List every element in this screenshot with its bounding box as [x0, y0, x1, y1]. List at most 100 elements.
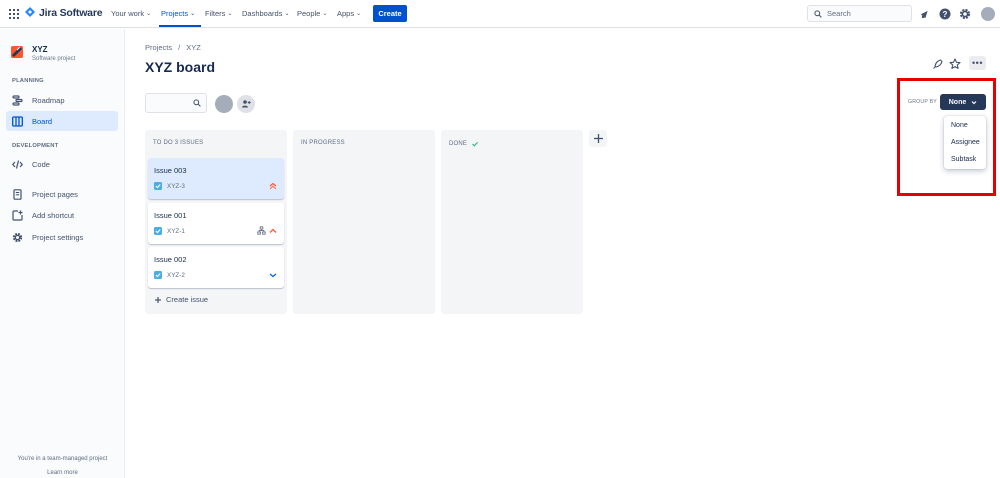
project-type: Software project	[32, 56, 76, 62]
user-avatar[interactable]	[981, 7, 995, 21]
column-title: IN PROGRESS	[301, 140, 345, 146]
chevron-down-icon: ⌄	[146, 11, 152, 17]
story-type-icon	[154, 227, 162, 235]
sidebar-item-add-shortcut[interactable]: Add shortcut	[6, 205, 118, 225]
nav-your-work[interactable]: Your work ⌄	[111, 9, 151, 18]
project-sidebar: XYZ Software project PLANNING Roadmap Bo…	[0, 29, 125, 478]
nav-projects-label: Projects	[161, 9, 189, 18]
chevron-down-icon: ⌄	[356, 11, 362, 17]
checkmark-icon	[155, 229, 161, 234]
issue-key: XYZ-2	[167, 272, 185, 279]
sidebar-item-roadmap[interactable]: Roadmap	[6, 90, 118, 110]
team-managed-notice: You're in a team-managed project	[17, 456, 108, 462]
create-issue-label: Create issue	[166, 295, 209, 304]
app-switcher-icon[interactable]	[9, 9, 19, 19]
breadcrumb: Projects / XYZ	[145, 43, 201, 52]
subtask-hierarchy-icon	[257, 226, 266, 235]
sidebar-item-label: Project pages	[32, 189, 78, 199]
star-icon[interactable]	[948, 57, 962, 71]
story-type-icon	[154, 271, 162, 279]
jira-logo[interactable]: Jira Software	[25, 7, 103, 19]
story-type-icon	[154, 182, 162, 190]
notifications-icon[interactable]	[919, 8, 931, 20]
page-title: XYZ board	[145, 59, 216, 75]
column-header: TO DO 3 ISSUES	[153, 140, 203, 146]
project-name: XYZ	[32, 45, 48, 54]
planning-section-label: PLANNING	[12, 78, 44, 84]
chevron-down-icon: ⌄	[322, 11, 328, 17]
code-icon	[12, 159, 23, 169]
breadcrumb-project[interactable]: XYZ	[186, 43, 201, 52]
global-search[interactable]	[807, 5, 912, 22]
nav-people-label: People	[297, 9, 321, 18]
issue-card[interactable]: Issue 002 XYZ-2	[148, 247, 284, 288]
issue-title: Issue 002	[154, 255, 187, 264]
sidebar-item-label: Add shortcut	[32, 210, 75, 220]
chevron-down-icon: ⌄	[284, 11, 290, 17]
rocket-icon-svg	[932, 58, 943, 69]
add-column-button[interactable]	[589, 130, 607, 147]
svg-text:?: ?	[943, 10, 948, 19]
development-section-label: DEVELOPMENT	[12, 143, 59, 149]
board-column-in-progress: IN PROGRESS	[293, 130, 435, 314]
breadcrumb-separator: /	[178, 43, 181, 52]
nav-your-work-label: Your work	[111, 9, 145, 18]
search-input[interactable]	[827, 9, 907, 18]
nav-apps[interactable]: Apps ⌄	[337, 9, 361, 18]
board-icon	[12, 115, 23, 127]
issue-card[interactable]: Issue 001 XYZ-1	[148, 203, 284, 244]
nav-apps-label: Apps	[337, 9, 355, 18]
issue-card[interactable]: Issue 003 XYZ-3	[148, 158, 284, 199]
nav-people[interactable]: People ⌄	[297, 9, 327, 18]
search-icon	[814, 9, 822, 18]
issue-title: Issue 003	[154, 166, 187, 175]
board-search-input[interactable]	[145, 93, 207, 113]
column-header: IN PROGRESS	[301, 140, 345, 146]
star-icon-svg	[949, 58, 961, 69]
sidebar-item-label: Roadmap	[32, 95, 65, 105]
create-issue-button[interactable]: Create issue	[154, 295, 208, 304]
done-checkmark-icon	[472, 141, 479, 147]
learn-more-link[interactable]: Learn more	[0, 470, 125, 476]
nav-dashboards[interactable]: Dashboards ⌄	[242, 9, 289, 18]
product-name: Jira Software	[39, 7, 103, 19]
nav-projects[interactable]: Projects ⌄	[161, 9, 195, 18]
sidebar-item-project-pages[interactable]: Project pages	[6, 184, 118, 204]
jira-logo-icon	[25, 7, 35, 17]
issue-title: Issue 001	[154, 211, 187, 220]
project-avatar	[11, 46, 23, 58]
sidebar-item-label: Project settings	[32, 232, 84, 242]
breadcrumb-projects[interactable]: Projects	[145, 43, 172, 52]
top-navigation: Jira Software Your work ⌄ Projects ⌄ Filte…	[0, 0, 1000, 28]
assignee-filter-avatar[interactable]	[215, 95, 233, 113]
sidebar-item-code[interactable]: Code	[6, 154, 118, 174]
sidebar-item-board[interactable]: Board	[6, 111, 118, 131]
sidebar-item-label: Board	[32, 116, 53, 126]
sidebar-item-project-settings[interactable]: Project settings	[6, 227, 118, 247]
add-people-icon-svg	[242, 100, 251, 108]
rocket-icon[interactable]	[930, 57, 944, 71]
add-shortcut-icon	[12, 209, 23, 221]
settings-gear-icon[interactable]	[959, 8, 971, 20]
plus-icon	[593, 134, 603, 143]
page-icon	[13, 188, 22, 200]
roadmap-icon	[12, 94, 23, 106]
active-nav-indicator	[159, 25, 201, 27]
chevron-down-icon: ⌄	[190, 11, 196, 17]
settings-gear-icon	[12, 232, 23, 242]
more-actions-icon[interactable]: •••	[969, 56, 986, 70]
project-avatar-icon	[11, 46, 23, 58]
nav-filters-label: Filters	[205, 9, 226, 18]
help-icon[interactable]: ?	[939, 8, 951, 20]
create-button[interactable]: Create	[373, 5, 407, 22]
board-column-done: DONE	[441, 130, 583, 314]
issue-key: XYZ-1	[167, 228, 185, 235]
column-title: TO DO 3 ISSUES	[153, 140, 204, 146]
checkmark-icon	[155, 184, 161, 189]
board-column-todo: TO DO 3 ISSUES Issue 003 XYZ-3 Issue 001…	[145, 130, 287, 314]
column-title: DONE	[449, 141, 468, 147]
highlight-annotation-box	[897, 78, 996, 196]
plus-icon	[155, 296, 161, 303]
nav-filters[interactable]: Filters ⌄	[205, 9, 232, 18]
add-people-icon[interactable]	[237, 95, 255, 113]
